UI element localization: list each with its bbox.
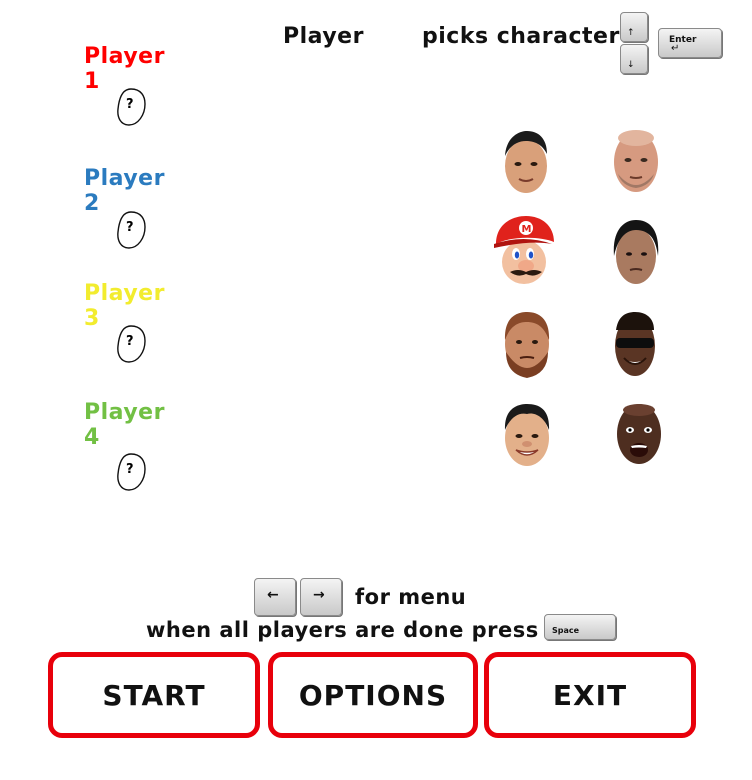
svg-text:M: M xyxy=(522,224,532,235)
player-1-slot: ? xyxy=(114,87,148,127)
enter-key: Enter ↵ xyxy=(658,28,722,58)
player-2-label: Player 2 xyxy=(84,166,165,216)
done-instruction: when all players are done press xyxy=(146,618,539,642)
header-player-label: Player xyxy=(283,24,364,49)
up-arrow-icon: ↑ xyxy=(627,28,635,38)
right-arrow-icon: → xyxy=(313,587,325,603)
menu-instruction: for menu xyxy=(355,585,467,609)
space-key: Space xyxy=(544,614,616,640)
up-key: ↑ xyxy=(620,12,648,42)
options-button[interactable]: OPTIONS xyxy=(268,652,478,738)
start-button[interactable]: START xyxy=(48,652,260,738)
face-steven-seagal-icon[interactable] xyxy=(606,216,670,288)
left-arrow-icon: ← xyxy=(267,587,279,603)
header-picks-label: picks character xyxy=(422,24,620,49)
exit-button[interactable]: EXIT xyxy=(484,652,696,738)
face-chuck-norris-icon[interactable] xyxy=(496,308,560,380)
face-terry-crews-icon[interactable] xyxy=(612,398,676,470)
face-wesley-snipes-icon[interactable] xyxy=(608,308,672,380)
face-jackie-chan-icon[interactable] xyxy=(496,400,560,472)
left-arrow-key: ← xyxy=(254,578,296,616)
space-key-label: Space xyxy=(552,626,580,635)
down-arrow-icon: ↓ xyxy=(627,60,635,70)
face-jason-statham-icon[interactable] xyxy=(604,124,668,196)
player-1-slot-mark: ? xyxy=(126,97,134,112)
player-4-label: Player 4 xyxy=(84,400,165,450)
face-jet-li-icon[interactable] xyxy=(494,126,558,198)
down-key: ↓ xyxy=(620,44,648,74)
player-3-slot: ? xyxy=(114,324,148,364)
enter-return-icon: ↵ xyxy=(671,43,680,54)
player-3-slot-mark: ? xyxy=(126,334,134,349)
player-4-slot: ? xyxy=(114,452,148,492)
player-4-slot-mark: ? xyxy=(126,462,134,477)
face-mario-icon[interactable]: M xyxy=(490,214,554,286)
player-2-slot-mark: ? xyxy=(126,220,134,235)
right-arrow-key: → xyxy=(300,578,342,616)
player-2-slot: ? xyxy=(114,210,148,250)
